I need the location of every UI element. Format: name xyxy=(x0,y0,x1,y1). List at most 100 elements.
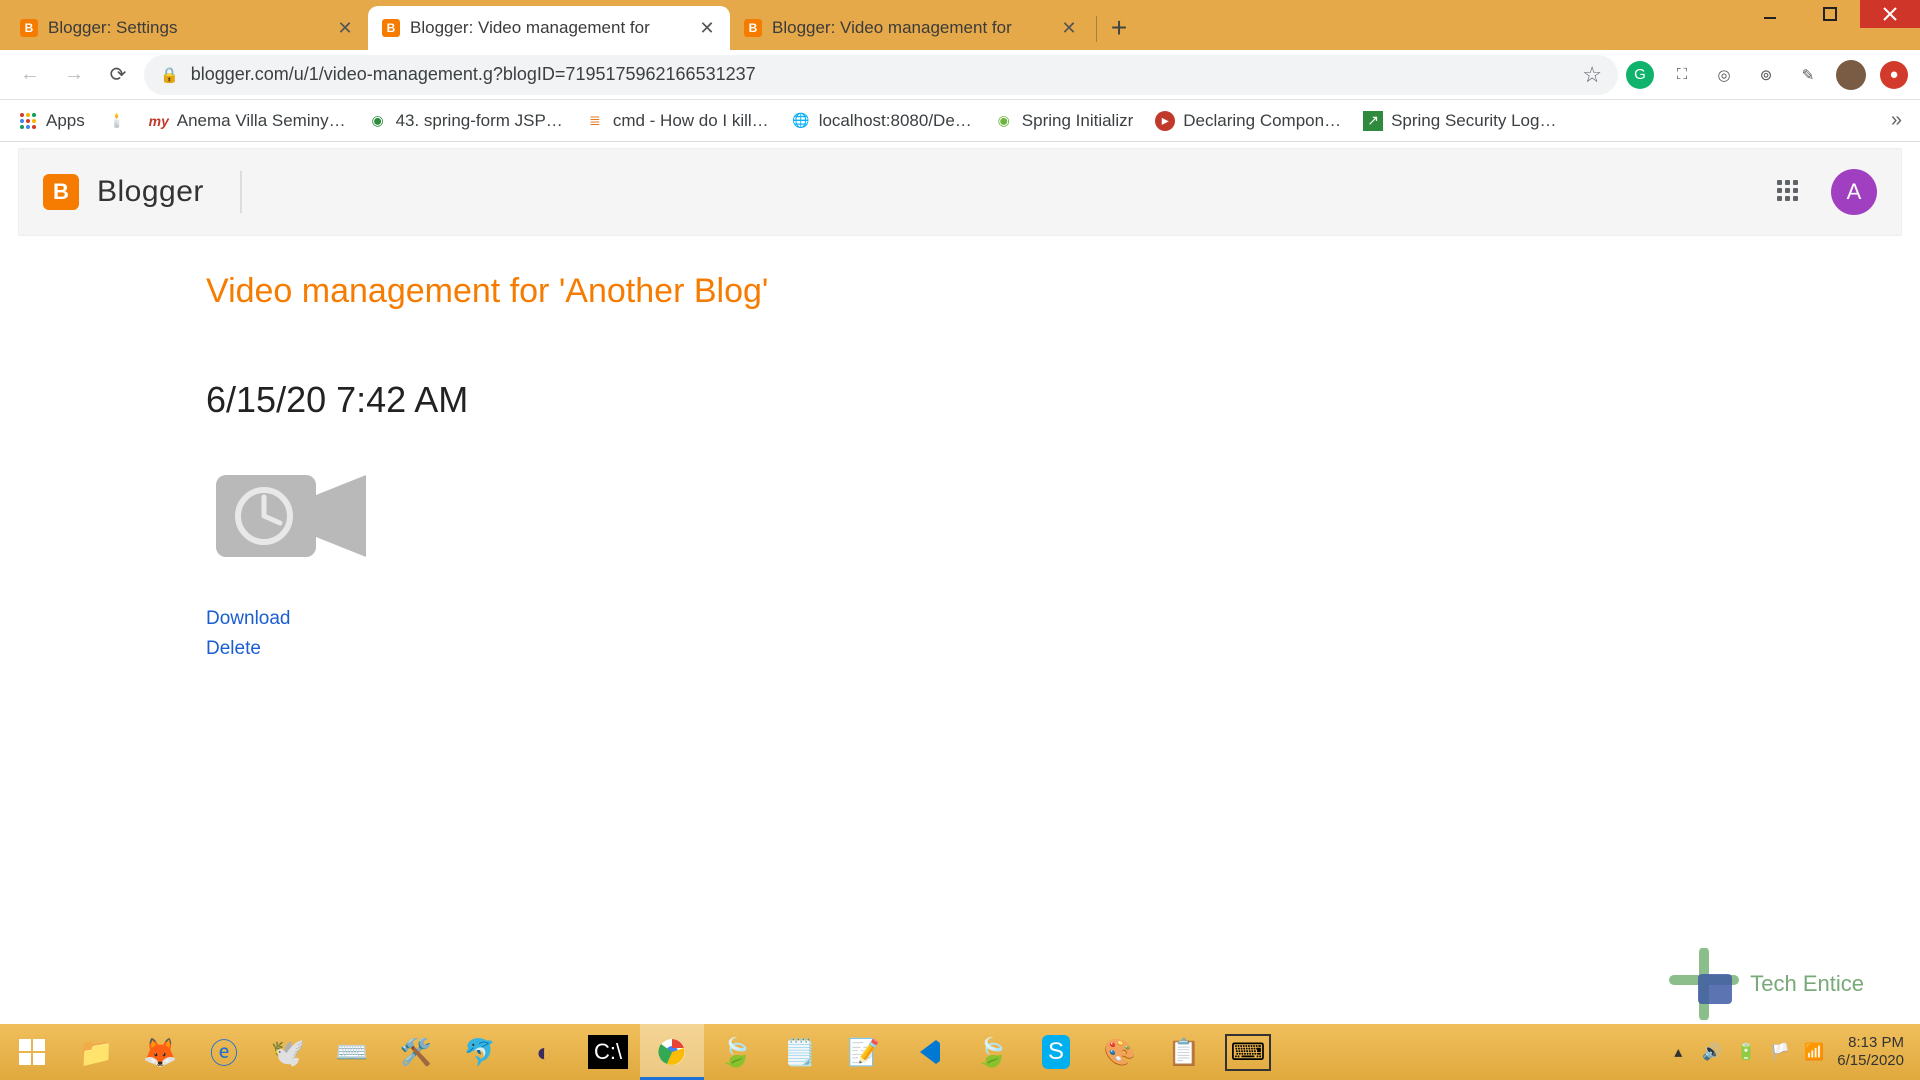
bookmark-label: Spring Security Log… xyxy=(1391,111,1556,131)
network-icon[interactable]: 🏳️ xyxy=(1769,1041,1791,1063)
bookmark-star-icon[interactable]: ☆ xyxy=(1582,62,1602,88)
volume-icon[interactable]: 🔊 xyxy=(1701,1041,1723,1063)
blogger-wordmark: Blogger xyxy=(97,175,204,209)
bookmarks-bar: Apps 🕯️ myAnema Villa Seminy… ◉43. sprin… xyxy=(0,100,1920,142)
battery-icon[interactable]: 🔋 xyxy=(1735,1041,1757,1063)
system-tray: ▴ 🔊 🔋 🏳️ 📶 8:13 PM 6/15/2020 xyxy=(1661,1024,1920,1080)
keyboard-task-icon[interactable]: ⌨️ xyxy=(320,1024,384,1080)
bookmark-label: localhost:8080/De… xyxy=(819,111,972,131)
globe-icon: 🌐 xyxy=(791,111,811,131)
start-button[interactable] xyxy=(0,1024,64,1080)
paint-task-icon[interactable]: 🎨 xyxy=(1088,1024,1152,1080)
color-picker-icon[interactable]: ✎ xyxy=(1794,61,1822,89)
bookmark-label: Declaring Compon… xyxy=(1183,111,1341,131)
page-viewport: B Blogger A Video management for 'Anothe… xyxy=(0,142,1920,1024)
bookmark-favicon: ▸ xyxy=(1155,111,1175,131)
firefox-task-icon[interactable]: 🦊 xyxy=(128,1024,192,1080)
header-separator xyxy=(240,171,242,213)
extension-icon[interactable]: ⛶ xyxy=(1668,61,1696,89)
tab-title: Blogger: Video management for xyxy=(410,18,688,38)
tab-title: Blogger: Video management for xyxy=(772,18,1050,38)
tab-2[interactable]: B Blogger: Video management for ✕ xyxy=(730,6,1092,50)
google-apps-icon[interactable] xyxy=(1777,180,1801,204)
omnibox[interactable]: 🔒 blogger.com/u/1/video-management.g?blo… xyxy=(144,55,1618,95)
blogger-favicon: B xyxy=(20,19,38,37)
grammarly-extension-icon[interactable]: G xyxy=(1626,61,1654,89)
lock-icon: 🔒 xyxy=(160,66,179,84)
close-tab-icon[interactable]: ✕ xyxy=(698,18,716,39)
terminal-task-icon[interactable]: C:\ xyxy=(576,1024,640,1080)
tray-clock[interactable]: 8:13 PM 6/15/2020 xyxy=(1837,1034,1910,1070)
apps-shortcut[interactable]: Apps xyxy=(18,111,85,131)
extension-icon[interactable]: ⊚ xyxy=(1752,61,1780,89)
bookmark-favicon: 🕯️ xyxy=(107,111,127,131)
extension-icon[interactable]: ◎ xyxy=(1710,61,1738,89)
window-buttons xyxy=(1740,0,1920,28)
bookmark-item[interactable]: 🌐 localhost:8080/De… xyxy=(791,111,972,131)
delete-link[interactable]: Delete xyxy=(206,634,1406,664)
tray-overflow-icon[interactable]: ▴ xyxy=(1667,1041,1689,1063)
bookmark-item[interactable]: ≣cmd - How do I kill… xyxy=(585,111,769,131)
page-content: Video management for 'Another Blog' 6/15… xyxy=(206,272,1406,665)
bookmark-item[interactable]: ◉43. spring-form JSP… xyxy=(368,111,563,131)
bookmark-favicon: ≣ xyxy=(585,111,605,131)
address-bar: ← → ⟳ 🔒 blogger.com/u/1/video-management… xyxy=(0,50,1920,100)
tab-strip: B Blogger: Settings ✕ B Blogger: Video m… xyxy=(0,0,1740,50)
bookmark-item[interactable]: 🕯️ xyxy=(107,111,127,131)
video-thumbnail-icon xyxy=(206,461,1406,576)
new-tab-button[interactable]: + xyxy=(1101,10,1137,46)
video-timestamp: 6/15/20 7:42 AM xyxy=(206,379,1406,421)
eclipse-task-icon[interactable]: ◐ xyxy=(512,1024,576,1080)
tab-0[interactable]: B Blogger: Settings ✕ xyxy=(6,6,368,50)
extension-badge-icon[interactable]: ● xyxy=(1880,61,1908,89)
video-actions: Download Delete xyxy=(206,604,1406,665)
bookmark-item[interactable]: ↗ Spring Security Log… xyxy=(1363,111,1556,131)
blogger-header: B Blogger A xyxy=(18,148,1902,236)
close-tab-icon[interactable]: ✕ xyxy=(336,18,354,39)
skype-task-icon[interactable]: S xyxy=(1024,1024,1088,1080)
bookmark-favicon: my xyxy=(149,111,169,131)
close-tab-icon[interactable]: ✕ xyxy=(1060,18,1078,39)
file-explorer-task-icon[interactable]: 📁 xyxy=(64,1024,128,1080)
thunderbird-task-icon[interactable]: 🕊️ xyxy=(256,1024,320,1080)
profile-avatar[interactable] xyxy=(1836,60,1866,90)
vscode-task-icon[interactable] xyxy=(896,1024,960,1080)
bookmark-favicon: ↗ xyxy=(1363,111,1383,131)
minimize-button[interactable] xyxy=(1740,0,1800,28)
tray-date: 6/15/2020 xyxy=(1837,1052,1904,1070)
bookmark-item[interactable]: ▸ Declaring Compon… xyxy=(1155,111,1341,131)
url-text: blogger.com/u/1/video-management.g?blogI… xyxy=(191,64,1571,85)
page-title: Video management for 'Another Blog' xyxy=(206,272,1406,311)
notes-task-icon[interactable]: 📋 xyxy=(1152,1024,1216,1080)
tab-divider xyxy=(1096,16,1097,42)
bookmark-item[interactable]: ◉Spring Initializr xyxy=(994,111,1134,131)
spring-task-icon[interactable]: 🍃 xyxy=(704,1024,768,1080)
avatar-letter: A xyxy=(1847,179,1862,205)
ie-task-icon[interactable]: ⓔ xyxy=(192,1024,256,1080)
forward-button[interactable]: → xyxy=(56,57,92,93)
close-window-button[interactable] xyxy=(1860,0,1920,28)
mysql-task-icon[interactable]: 🐬 xyxy=(448,1024,512,1080)
chrome-task-icon[interactable] xyxy=(640,1024,704,1080)
sticky-notes-task-icon[interactable]: 🗒️ xyxy=(768,1024,832,1080)
browser-titlebar: B Blogger: Settings ✕ B Blogger: Video m… xyxy=(0,0,1920,50)
blogger-favicon: B xyxy=(744,19,762,37)
reload-button[interactable]: ⟳ xyxy=(100,57,136,93)
blogger-logo-icon[interactable]: B xyxy=(43,174,79,210)
tab-title: Blogger: Settings xyxy=(48,18,326,38)
back-button[interactable]: ← xyxy=(12,57,48,93)
wifi-icon[interactable]: 📶 xyxy=(1803,1041,1825,1063)
download-link[interactable]: Download xyxy=(206,604,1406,634)
bookmark-overflow-icon[interactable]: » xyxy=(1891,109,1902,132)
springboot-task-icon[interactable]: 🍃 xyxy=(960,1024,1024,1080)
maximize-button[interactable] xyxy=(1800,0,1860,28)
account-avatar[interactable]: A xyxy=(1831,169,1877,215)
apps-label: Apps xyxy=(46,111,85,131)
tools-task-icon[interactable]: 🛠️ xyxy=(384,1024,448,1080)
tab-1[interactable]: B Blogger: Video management for ✕ xyxy=(368,6,730,50)
bookmark-item[interactable]: myAnema Villa Seminy… xyxy=(149,111,346,131)
notepadpp-task-icon[interactable]: 📝 xyxy=(832,1024,896,1080)
onscreen-keyboard-task-icon[interactable]: ⌨ xyxy=(1216,1024,1280,1080)
bookmark-favicon: ◉ xyxy=(368,111,388,131)
bookmark-label: Spring Initializr xyxy=(1022,111,1134,131)
